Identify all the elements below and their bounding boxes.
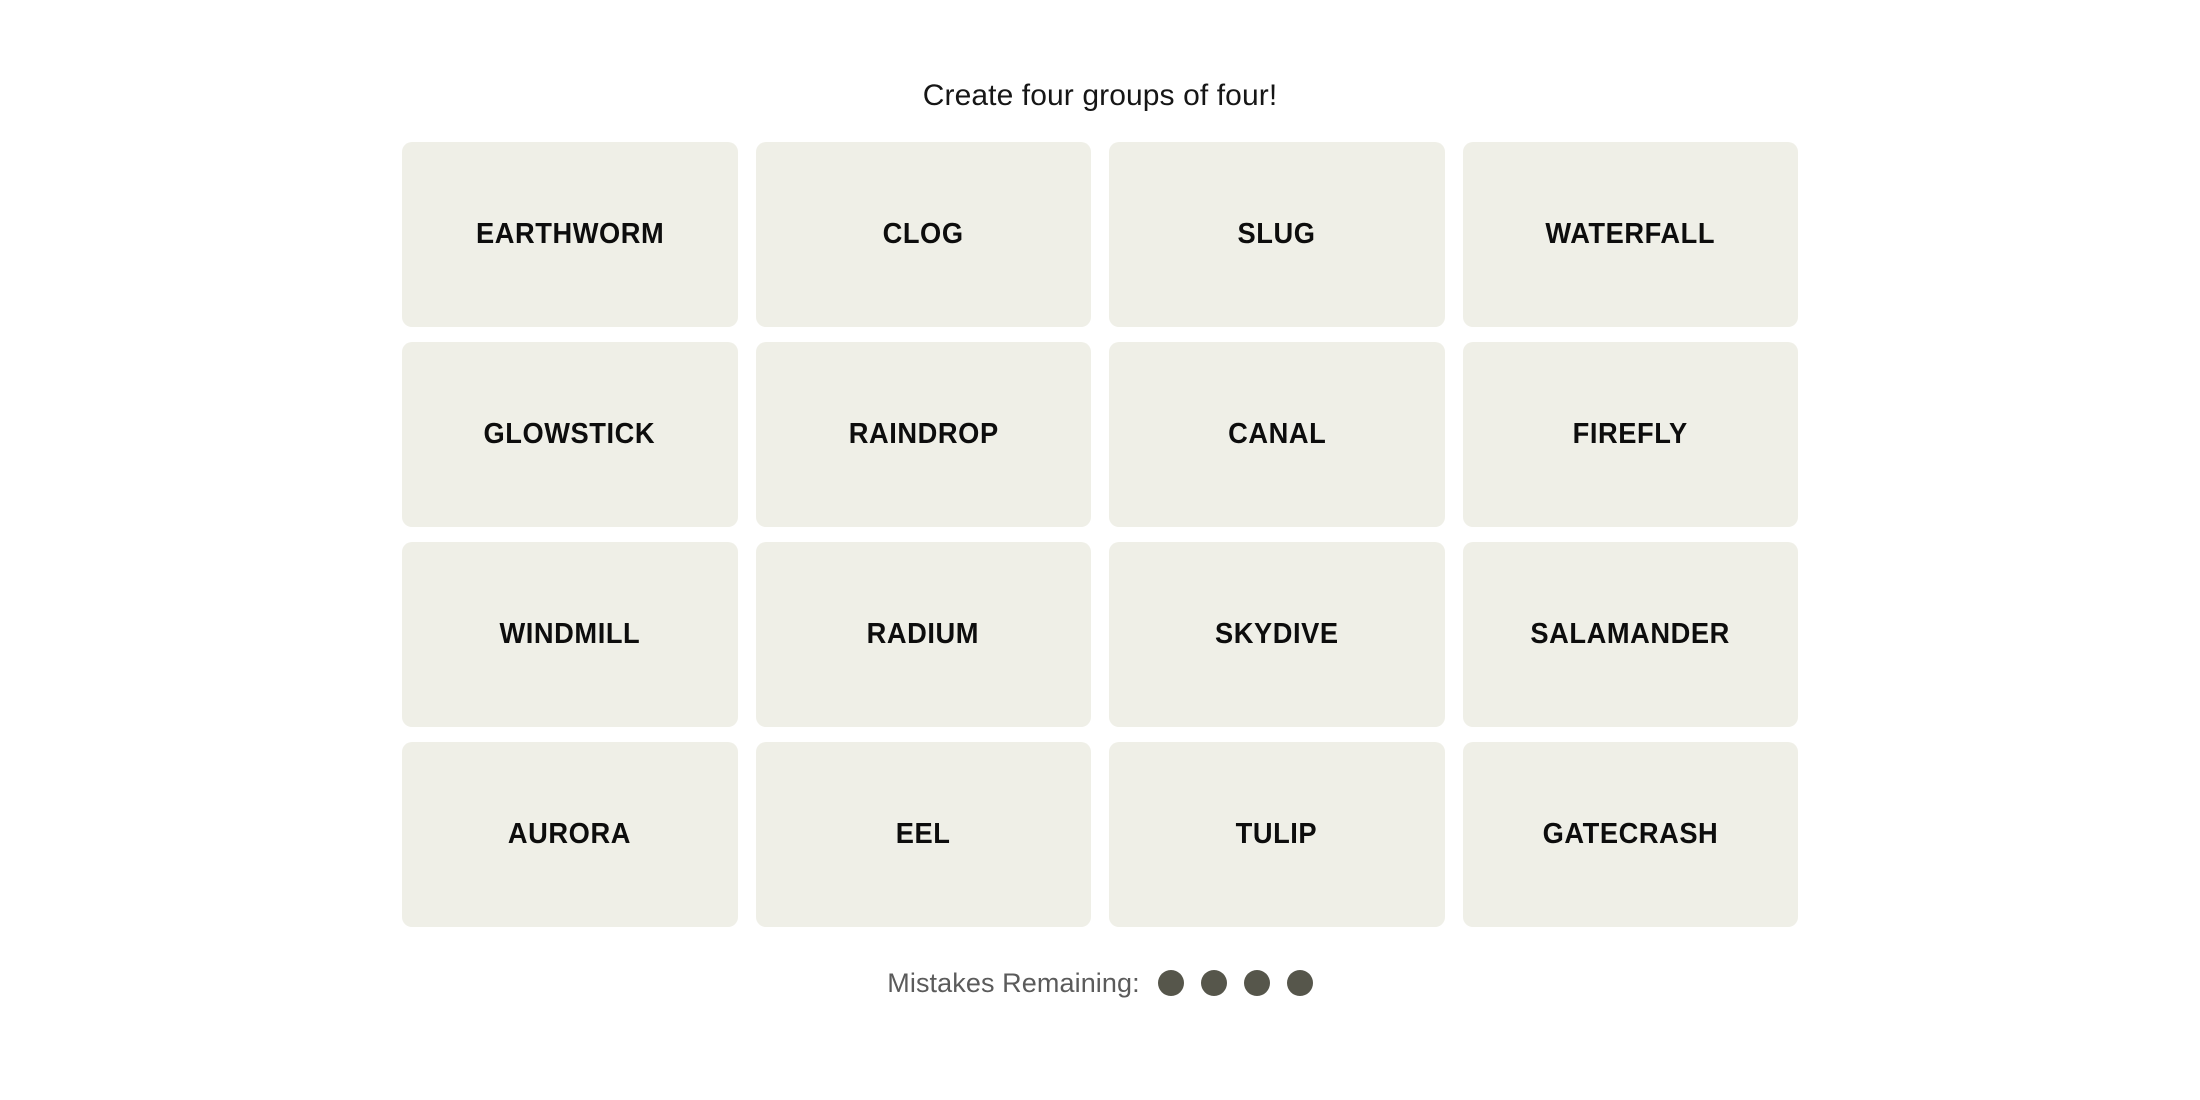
word-tile-label: SKYDIVE	[1214, 618, 1339, 650]
word-tile-label: CANAL	[1227, 418, 1326, 450]
mistake-dot-icon	[1286, 970, 1313, 996]
word-tile-label: SALAMANDER	[1530, 618, 1730, 650]
word-tile[interactable]: GATECRASH	[1462, 742, 1798, 927]
word-tile-label: TULIP	[1235, 818, 1318, 850]
mistakes-dots	[1157, 970, 1313, 996]
mistakes-bar: Mistakes Remaining:	[887, 963, 1313, 1003]
word-tile[interactable]: SALAMANDER	[1462, 542, 1798, 727]
word-tile[interactable]: EEL	[755, 742, 1091, 927]
word-grid: EARTHWORM CLOG SLUG WATERFALL GLOWSTICK …	[402, 142, 1798, 927]
word-tile-label: RADIUM	[867, 618, 980, 650]
word-tile-label: RAINDROP	[848, 418, 999, 450]
word-tile[interactable]: CLOG	[755, 142, 1091, 327]
page-title-text: Create four groups of four!	[922, 79, 1278, 112]
word-tile[interactable]: GLOWSTICK	[402, 342, 738, 527]
word-tile[interactable]: TULIP	[1109, 742, 1445, 927]
word-tile[interactable]: RAINDROP	[755, 342, 1091, 527]
word-tile[interactable]: CANAL	[1109, 342, 1445, 527]
word-tile[interactable]: WATERFALL	[1462, 142, 1798, 327]
word-tile[interactable]: FIREFLY	[1462, 342, 1798, 527]
word-tile[interactable]: AURORA	[402, 742, 738, 927]
word-tile-label: EEL	[895, 818, 951, 850]
word-tile-label: AURORA	[508, 818, 632, 850]
word-tile-label: WATERFALL	[1545, 218, 1716, 250]
word-tile-label: FIREFLY	[1572, 418, 1688, 450]
word-tile[interactable]: SKYDIVE	[1109, 542, 1445, 727]
word-tile[interactable]: SLUG	[1109, 142, 1445, 327]
word-tile-label: EARTHWORM	[475, 218, 664, 250]
mistake-dot-icon	[1243, 970, 1270, 996]
word-tile-label: SLUG	[1237, 218, 1316, 250]
word-tile[interactable]: EARTHWORM	[402, 142, 738, 327]
word-tile-label: WINDMILL	[499, 618, 641, 650]
word-tile-label: CLOG	[882, 218, 964, 250]
page-title: Create four groups of four!	[0, 76, 2200, 116]
word-tile-label: GLOWSTICK	[483, 418, 656, 450]
word-grid-container: EARTHWORM CLOG SLUG WATERFALL GLOWSTICK …	[402, 142, 1798, 927]
puzzle-page: Create four groups of four! EARTHWORM CL…	[0, 0, 2200, 1100]
word-tile[interactable]: RADIUM	[755, 542, 1091, 727]
word-tile-label: GATECRASH	[1542, 818, 1719, 850]
mistake-dot-icon	[1200, 970, 1227, 996]
mistake-dot-icon	[1157, 970, 1184, 996]
mistakes-remaining-label: Mistakes Remaining:	[887, 968, 1140, 998]
word-tile[interactable]: WINDMILL	[402, 542, 738, 727]
